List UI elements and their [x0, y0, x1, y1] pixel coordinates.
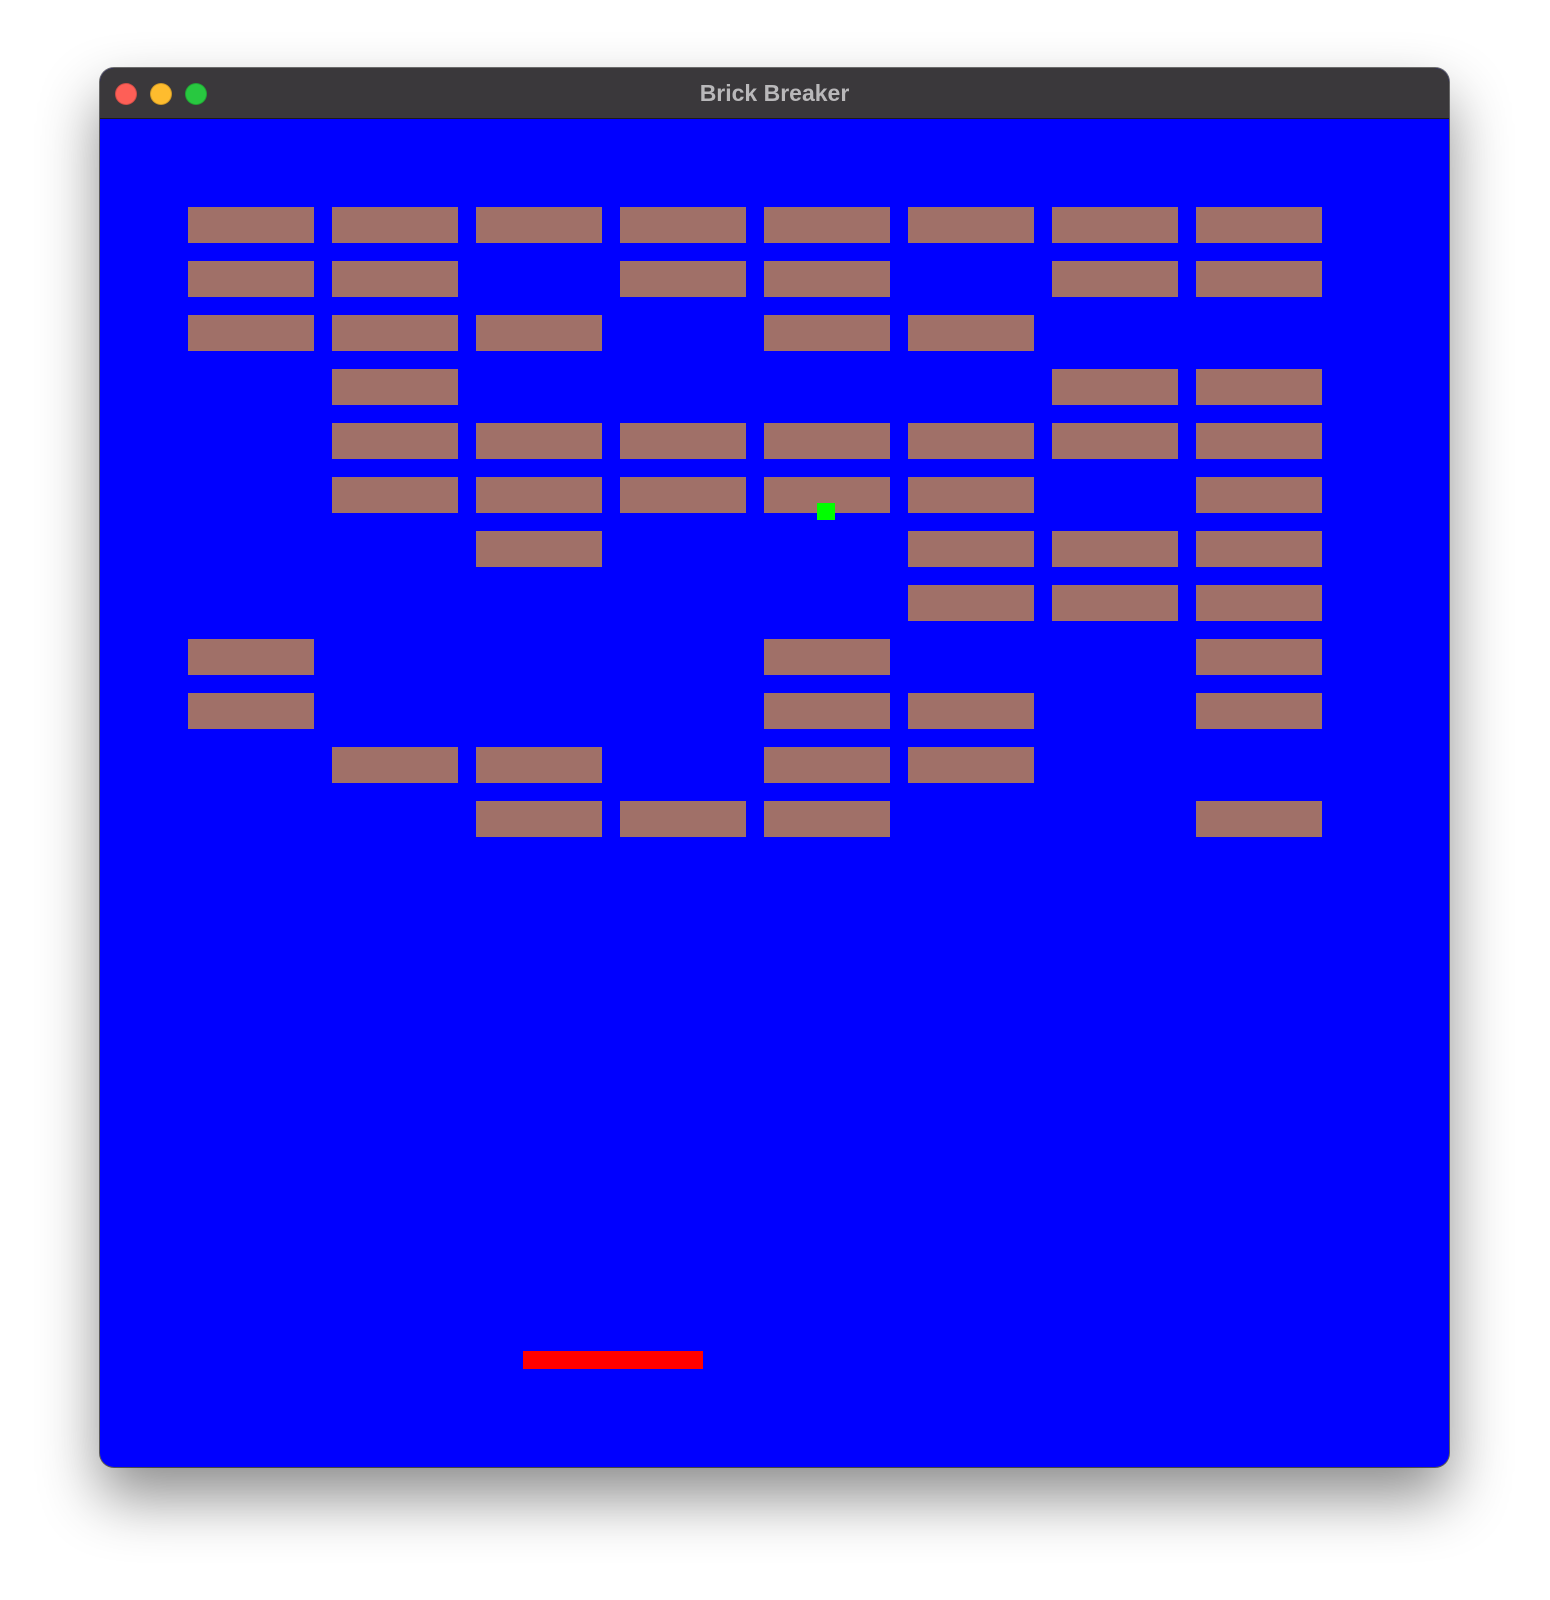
brick: [476, 801, 602, 837]
brick: [332, 315, 458, 351]
brick: [476, 207, 602, 243]
brick: [1196, 585, 1322, 621]
brick: [1196, 801, 1322, 837]
brick: [908, 315, 1034, 351]
brick: [1052, 207, 1178, 243]
brick: [764, 423, 890, 459]
brick: [476, 423, 602, 459]
brick: [764, 693, 890, 729]
ball: [817, 503, 835, 520]
brick: [620, 477, 746, 513]
brick: [188, 207, 314, 243]
brick: [764, 801, 890, 837]
brick: [764, 261, 890, 297]
brick: [1196, 369, 1322, 405]
game-window: Brick Breaker: [100, 68, 1449, 1467]
brick: [1196, 423, 1322, 459]
brick: [1052, 369, 1178, 405]
brick: [1052, 423, 1178, 459]
brick: [476, 477, 602, 513]
brick: [908, 531, 1034, 567]
brick: [1196, 531, 1322, 567]
brick: [476, 531, 602, 567]
brick: [908, 693, 1034, 729]
brick: [908, 423, 1034, 459]
brick: [620, 207, 746, 243]
brick: [332, 207, 458, 243]
brick: [764, 207, 890, 243]
brick: [188, 315, 314, 351]
brick: [620, 801, 746, 837]
brick: [332, 747, 458, 783]
brick: [764, 747, 890, 783]
brick: [476, 747, 602, 783]
window-title: Brick Breaker: [699, 80, 850, 106]
brick: [1196, 639, 1322, 675]
game-canvas[interactable]: [100, 119, 1449, 1467]
brick: [908, 207, 1034, 243]
brick: [764, 639, 890, 675]
paddle[interactable]: [523, 1351, 703, 1369]
brick: [1196, 261, 1322, 297]
brick: [332, 369, 458, 405]
brick: [908, 585, 1034, 621]
brick: [188, 639, 314, 675]
brick: [1052, 531, 1178, 567]
brick: [764, 315, 890, 351]
brick: [188, 693, 314, 729]
brick: [908, 747, 1034, 783]
brick: [332, 477, 458, 513]
brick: [620, 261, 746, 297]
brick: [1196, 207, 1322, 243]
title-bar[interactable]: Brick Breaker: [100, 68, 1449, 119]
brick: [332, 261, 458, 297]
brick: [476, 315, 602, 351]
brick: [1196, 693, 1322, 729]
brick: [1196, 477, 1322, 513]
brick: [1052, 585, 1178, 621]
brick: [620, 423, 746, 459]
brick: [908, 477, 1034, 513]
brick: [1052, 261, 1178, 297]
brick: [188, 261, 314, 297]
brick: [332, 423, 458, 459]
